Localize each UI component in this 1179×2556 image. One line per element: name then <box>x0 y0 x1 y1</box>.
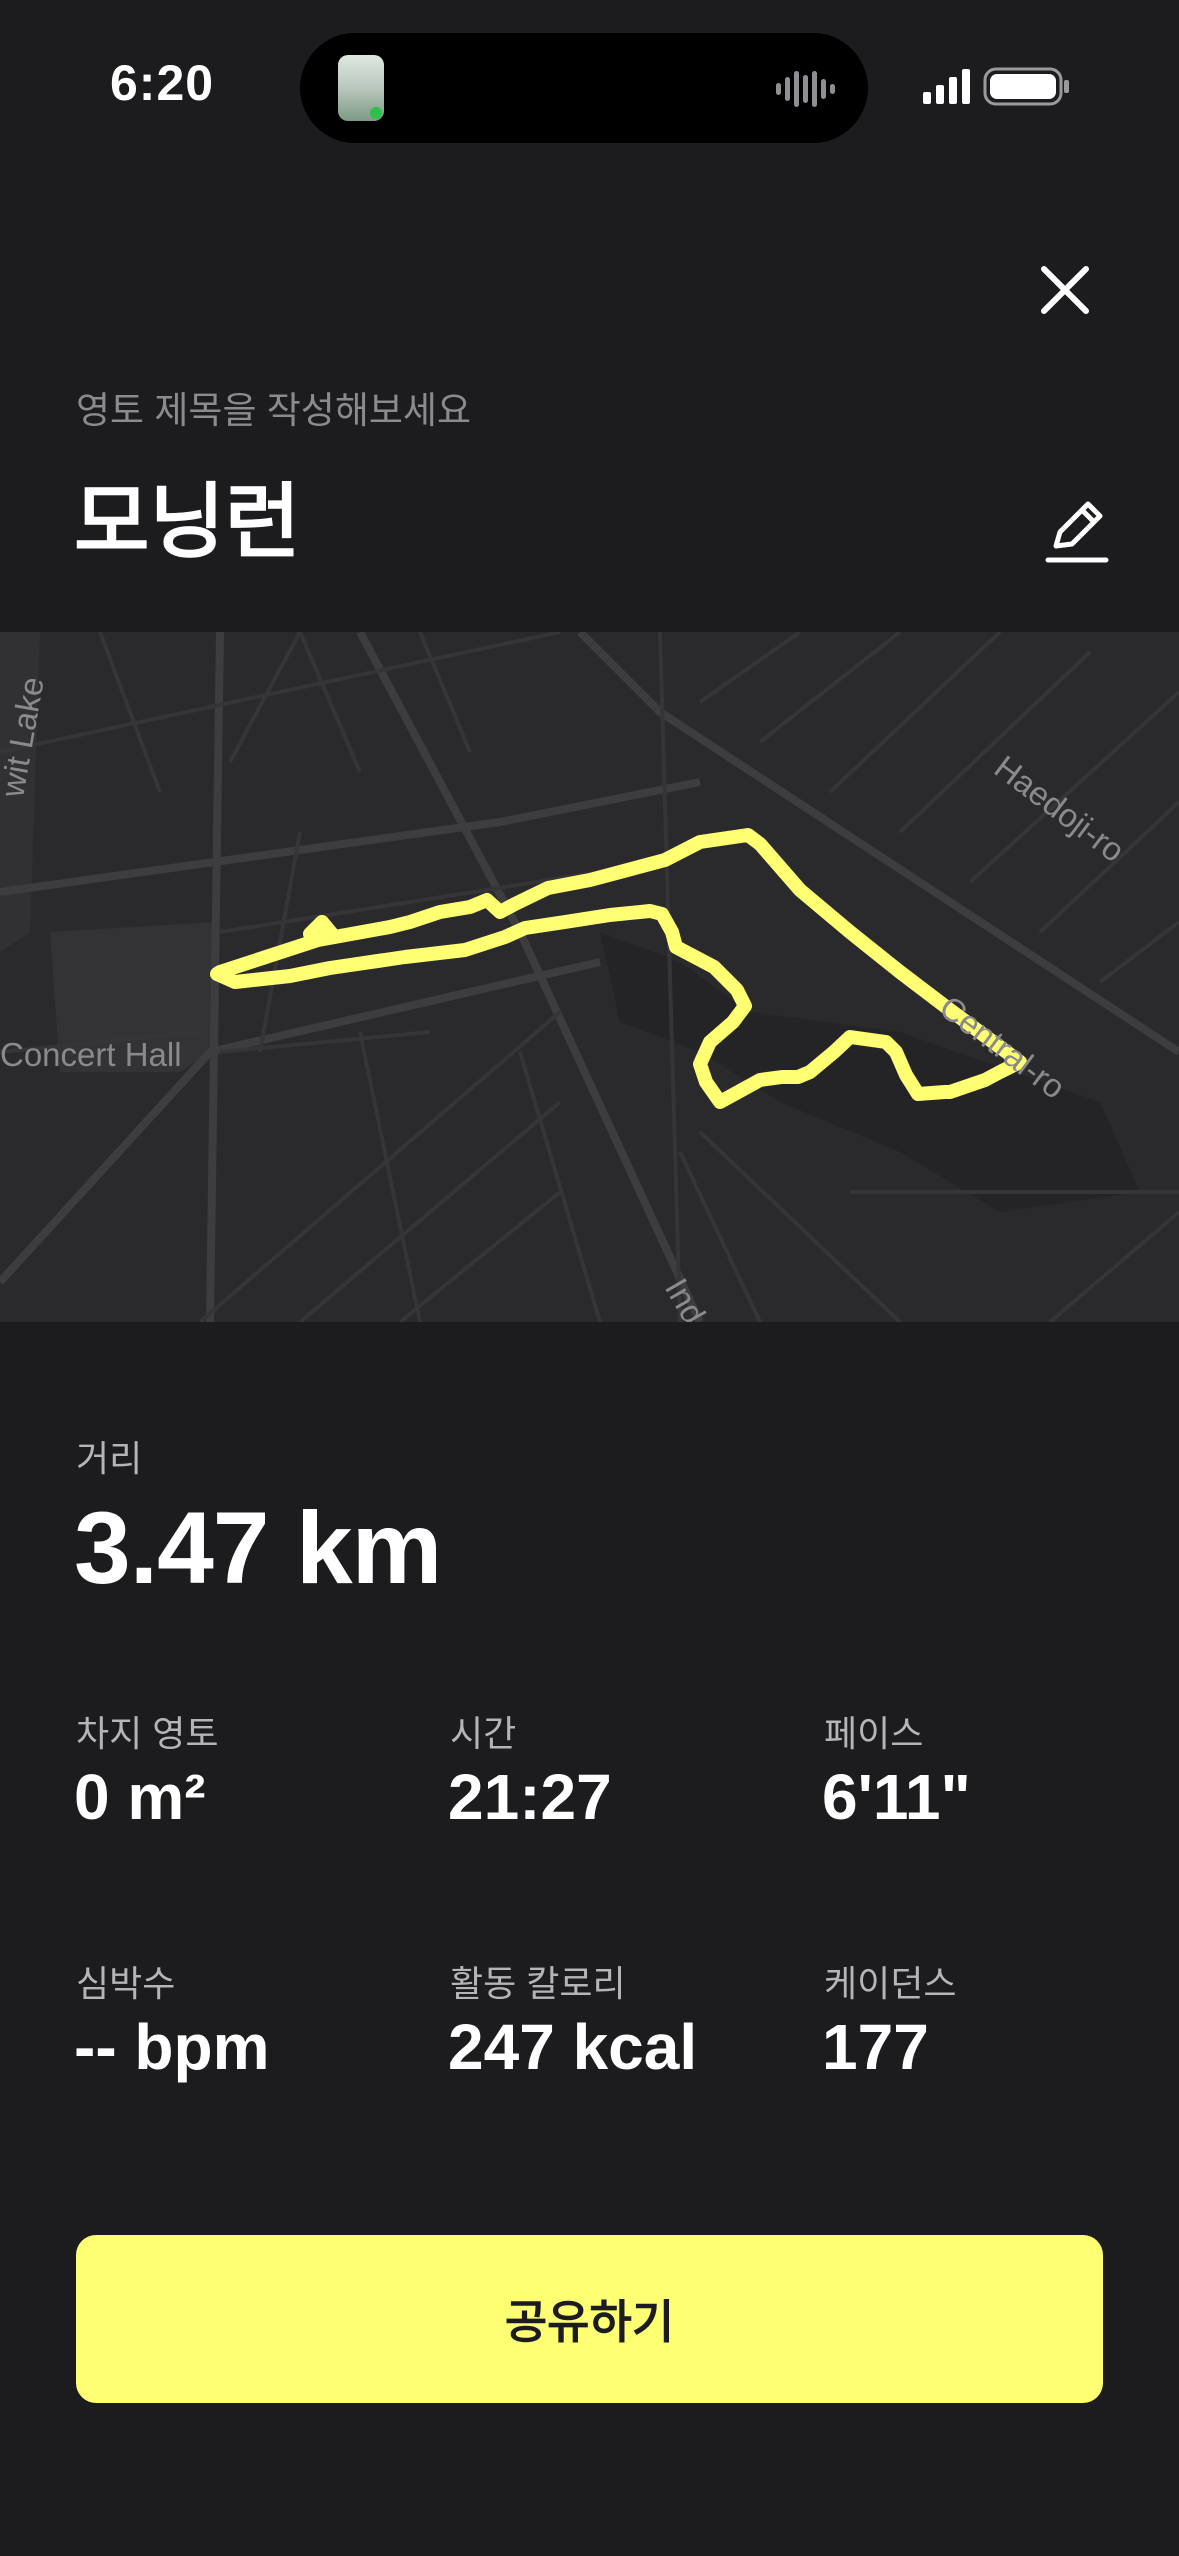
status-time: 6:20 <box>110 55 215 111</box>
map-label-concert-hall: Concert Hall <box>0 1036 182 1073</box>
heart-rate-label: 심박수 <box>76 1963 176 2004</box>
time-label: 시간 <box>450 1713 517 1754</box>
distance-label: 거리 <box>76 1438 143 1479</box>
calories-value: 247 kcal <box>448 2011 698 2083</box>
pace-label: 페이스 <box>824 1713 924 1754</box>
battery-icon <box>983 67 1069 106</box>
time-value: 21:27 <box>448 1761 612 1833</box>
title-placeholder-hint[interactable]: 영토 제목을 작성해보세요 <box>76 380 471 434</box>
territory-label: 차지 영토 <box>76 1713 219 1754</box>
cadence-label: 케이던스 <box>824 1963 957 2004</box>
heart-rate-value: -- bpm <box>74 2011 270 2083</box>
map-streets <box>0 632 1179 1322</box>
close-icon[interactable] <box>1030 255 1100 325</box>
share-button-label: 공유하기 <box>504 2296 675 2348</box>
activity-title[interactable]: 모닝런 <box>74 455 300 574</box>
territory-value: 0 m² <box>74 1761 206 1833</box>
dynamic-island <box>300 33 868 143</box>
pace-value: 6'11" <box>822 1761 971 1833</box>
share-button[interactable]: 공유하기 <box>76 2235 1103 2403</box>
signal-battery-icons <box>923 67 1069 106</box>
route-map[interactable]: Haedoji-ro Central-ro Concert Hall wit L… <box>0 632 1179 1322</box>
calories-label: 활동 칼로리 <box>450 1963 626 2004</box>
cadence-value: 177 <box>822 2011 929 2083</box>
audio-waveform-icon <box>776 71 835 107</box>
cellular-signal-icon <box>923 69 970 104</box>
pencil-icon[interactable] <box>1036 490 1116 570</box>
distance-value: 3.47 km <box>74 1491 442 1605</box>
status-bar: 6:20 <box>0 0 1179 180</box>
now-playing-thumbnail <box>338 55 384 121</box>
